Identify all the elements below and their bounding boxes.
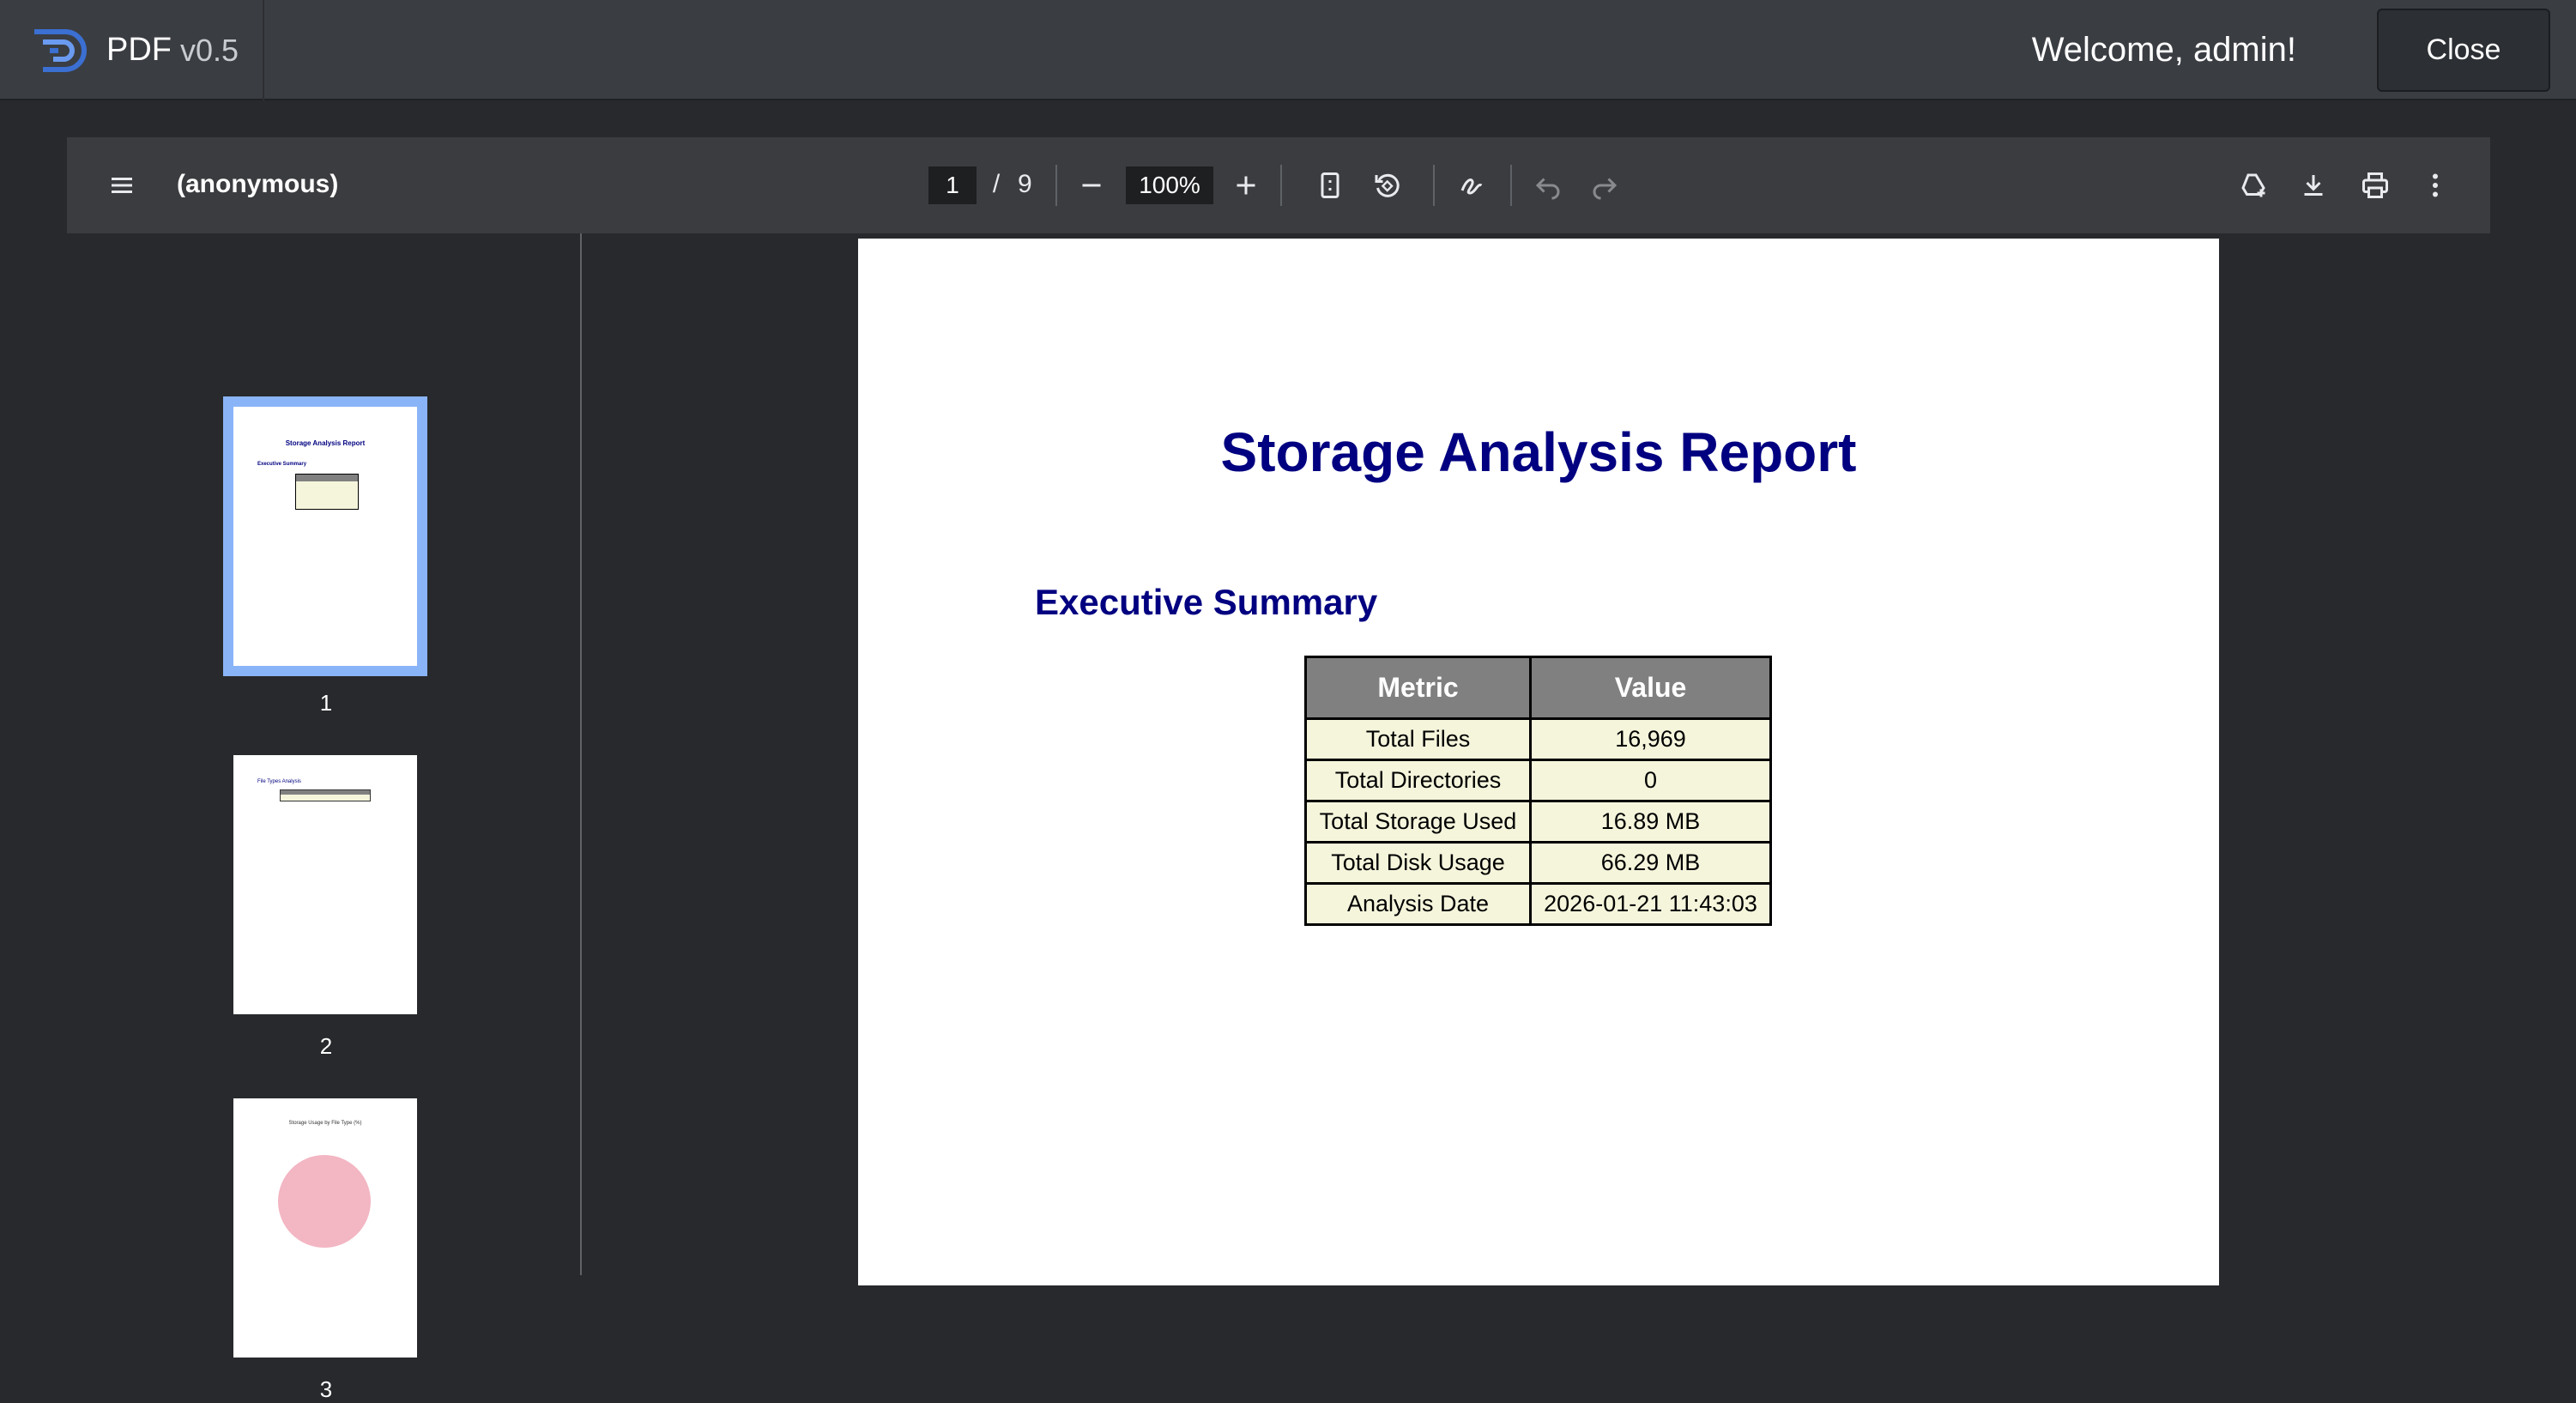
section-heading: Executive Summary bbox=[1035, 582, 1378, 622]
download-icon[interactable] bbox=[2293, 165, 2334, 206]
annotate-icon[interactable] bbox=[1452, 165, 1493, 206]
menu-icon[interactable] bbox=[101, 165, 142, 206]
table-cell: Total Storage Used bbox=[1304, 800, 1532, 844]
table-cell: Total Disk Usage bbox=[1304, 841, 1532, 885]
app-logo-icon bbox=[34, 28, 87, 72]
summary-table: Metric Value Total Files 16,969 Total Di… bbox=[1304, 656, 1772, 926]
total-pages: 9 bbox=[1018, 170, 1032, 198]
rotate-icon[interactable] bbox=[1366, 165, 1407, 206]
thumbnail-heading: File Types Analysis bbox=[257, 779, 301, 784]
table-cell: 66.29 MB bbox=[1529, 841, 1772, 885]
redo-icon[interactable] bbox=[1584, 165, 1625, 206]
print-icon[interactable] bbox=[2355, 165, 2396, 206]
table-row: Total Disk Usage 66.29 MB bbox=[1304, 841, 1772, 885]
thumbnail-page-number: 1 bbox=[319, 690, 333, 716]
app-version: v0.5 bbox=[180, 32, 239, 68]
brand: PDF v0.5 bbox=[0, 0, 264, 100]
table-cell: 0 bbox=[1529, 759, 1772, 802]
page-number-input[interactable] bbox=[928, 166, 977, 204]
table-cell: 16.89 MB bbox=[1529, 800, 1772, 844]
thumbnail-heading: Storage Usage by File Type (%) bbox=[288, 1121, 362, 1126]
viewer-toolbar: (anonymous) / 9 bbox=[67, 137, 2490, 233]
page-thumbnail[interactable]: Storage Analysis Report Executive Summar… bbox=[223, 396, 427, 676]
undo-icon[interactable] bbox=[1527, 165, 1569, 206]
zoom-in-icon[interactable] bbox=[1225, 165, 1267, 206]
thumbnail-heading: Executive Summary bbox=[257, 462, 307, 467]
welcome-message: Welcome, admin! bbox=[2031, 31, 2296, 69]
app-name: PDF bbox=[106, 32, 172, 68]
toolbar-divider bbox=[1433, 165, 1435, 206]
table-header-row: Metric Value bbox=[1304, 656, 1772, 720]
toolbar-divider bbox=[1280, 165, 1282, 206]
table-cell: Total Files bbox=[1304, 717, 1532, 761]
save-to-drive-icon[interactable] bbox=[2233, 165, 2274, 206]
zoom-out-icon[interactable] bbox=[1071, 165, 1112, 206]
table-cell: 2026-01-21 11:43:03 bbox=[1529, 882, 1772, 926]
table-row: Analysis Date 2026-01-21 11:43:03 bbox=[1304, 882, 1772, 926]
pdf-page: Storage Analysis Report Executive Summar… bbox=[858, 239, 2219, 1285]
table-cell: 16,969 bbox=[1529, 717, 1772, 761]
report-title: Storage Analysis Report bbox=[1220, 421, 1857, 483]
thumbnail-page-number: 2 bbox=[319, 1033, 333, 1059]
thumbnail-table bbox=[295, 474, 359, 510]
toolbar-divider bbox=[1055, 165, 1057, 206]
thumbnail-title: Storage Analysis Report bbox=[285, 439, 366, 447]
thumbnail-page-number: 3 bbox=[319, 1376, 333, 1402]
table-header-cell: Value bbox=[1529, 656, 1772, 720]
thumbnail-sidebar: Storage Analysis Report Executive Summar… bbox=[67, 233, 582, 1402]
toolbar-divider bbox=[1510, 165, 1512, 206]
thumbnail-pie-chart bbox=[278, 1155, 371, 1248]
close-button[interactable]: Close bbox=[2377, 9, 2550, 92]
fit-page-icon[interactable] bbox=[1309, 165, 1351, 206]
page-separator: / bbox=[992, 170, 1001, 198]
table-row: Total Directories 0 bbox=[1304, 759, 1772, 802]
app-header: PDF v0.5 Welcome, admin! Close bbox=[0, 0, 2576, 100]
table-header-cell: Metric bbox=[1304, 656, 1532, 720]
document-title: (anonymous) bbox=[177, 170, 339, 198]
table-row: Total Storage Used 16.89 MB bbox=[1304, 800, 1772, 844]
table-cell: Total Directories bbox=[1304, 759, 1532, 802]
table-cell: Analysis Date bbox=[1304, 882, 1532, 926]
page-thumbnail[interactable]: Storage Usage by File Type (%) bbox=[233, 1098, 417, 1358]
page-thumbnail[interactable]: File Types Analysis bbox=[233, 755, 417, 1014]
table-row: Total Files 16,969 bbox=[1304, 717, 1772, 761]
pdf-viewer: (anonymous) / 9 bbox=[67, 137, 2490, 1402]
more-options-icon[interactable] bbox=[2415, 165, 2456, 206]
thumbnail-table bbox=[280, 789, 371, 801]
zoom-input[interactable] bbox=[1126, 166, 1213, 204]
